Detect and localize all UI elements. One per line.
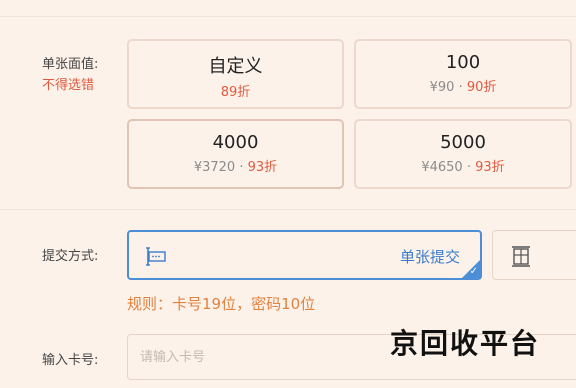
batch-card-icon [510, 245, 532, 271]
option-value: 自定义 [208, 56, 263, 77]
denomination-option-custom[interactable]: 自定义 89折 [127, 39, 344, 109]
submit-method-label: 提交方式: [42, 249, 99, 264]
denomination-option-4000[interactable]: 4000 ¥3720 · 93折 [127, 119, 344, 189]
denomination-warning: 不得选错 [42, 78, 95, 93]
option-value: 4000 [212, 132, 259, 153]
card-number-label: 输入卡号: [42, 353, 99, 368]
submit-method-single[interactable]: 单张提交 ✓ [127, 230, 482, 280]
option-discount: 89折 [220, 85, 251, 100]
single-submit-label: 单张提交 [399, 248, 460, 266]
submit-rule-text: 规则：卡号19位，密码10位 [127, 295, 316, 313]
separator-dot: · [239, 160, 244, 175]
top-divider [0, 16, 576, 17]
option-price: ¥90 [429, 80, 455, 95]
option-discount: 90折 [466, 80, 497, 95]
denomination-option-100[interactable]: 100 ¥90 · 90折 [354, 39, 572, 109]
check-icon: ✓ [469, 266, 478, 277]
option-price: ¥3720 [193, 160, 236, 175]
watermark-logo: 京回收平台 [390, 327, 541, 360]
option-price-line: ¥4650 · 93折 [356, 156, 570, 175]
submit-method-batch[interactable] [492, 230, 576, 280]
option-price-line: ¥3720 · 93折 [129, 156, 342, 175]
single-card-icon [145, 246, 167, 270]
option-discount: 93折 [247, 160, 278, 175]
section-divider [0, 209, 576, 210]
option-price-line: 89折 [129, 81, 342, 100]
option-price-line: ¥90 · 90折 [356, 76, 570, 95]
separator-dot: · [466, 160, 471, 175]
option-discount: 93折 [475, 160, 505, 175]
denomination-option-5000[interactable]: 5000 ¥4650 · 93折 [354, 119, 572, 189]
option-price: ¥4650 [421, 160, 463, 175]
option-value: 100 [445, 52, 481, 73]
separator-dot: · [458, 80, 463, 95]
option-value: 5000 [440, 132, 486, 153]
denomination-label: 单张面值: [42, 57, 99, 72]
